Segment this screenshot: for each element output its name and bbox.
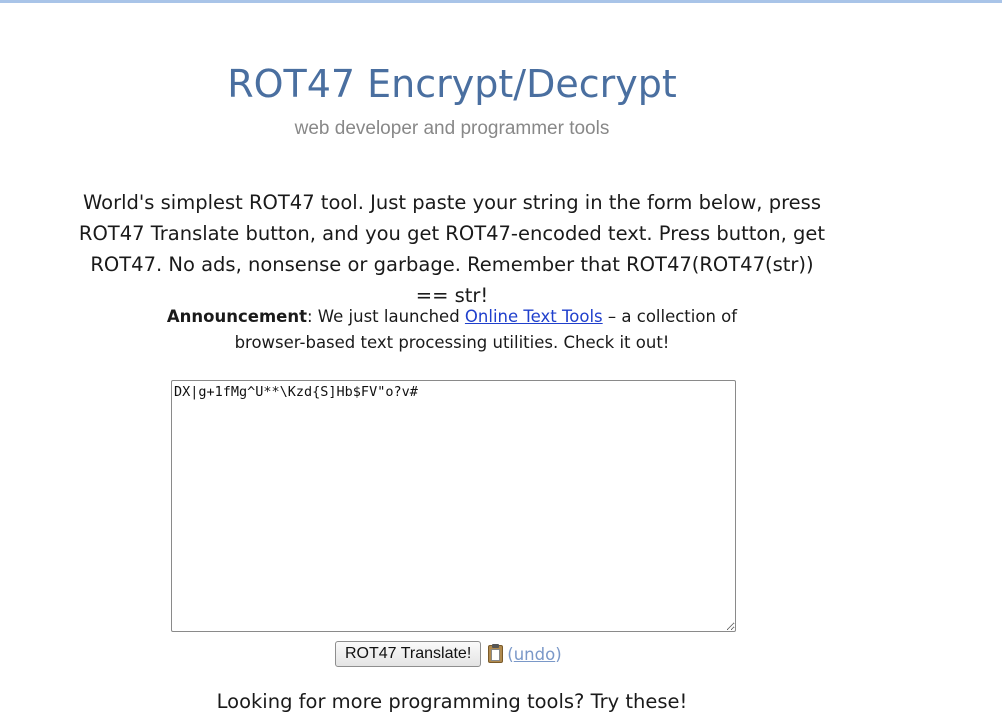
- announcement: Announcement: We just launched Online Te…: [166, 304, 738, 356]
- announcement-text-before: : We just launched: [307, 307, 465, 326]
- online-text-tools-link[interactable]: Online Text Tools: [465, 307, 603, 326]
- page-subtitle: web developer and programmer tools: [294, 118, 610, 139]
- intro-text: World's simplest ROT47 tool. Just paste …: [78, 191, 826, 307]
- undo-close-paren: ): [555, 644, 562, 664]
- top-border: [0, 0, 1002, 3]
- undo-wrapper: (undo): [507, 645, 561, 664]
- undo-link[interactable]: undo: [514, 645, 555, 664]
- announcement-label: Announcement: [166, 307, 307, 326]
- rot47-input-textarea[interactable]: [171, 380, 736, 632]
- clipboard-icon[interactable]: [488, 644, 504, 663]
- rot47-translate-button[interactable]: ROT47 Translate!: [335, 641, 482, 667]
- controls-row: ROT47 Translate! (undo): [335, 641, 562, 667]
- more-tools-heading: Looking for more programming tools? Try …: [216, 690, 688, 713]
- page-title: ROT47 Encrypt/Decrypt: [227, 62, 677, 106]
